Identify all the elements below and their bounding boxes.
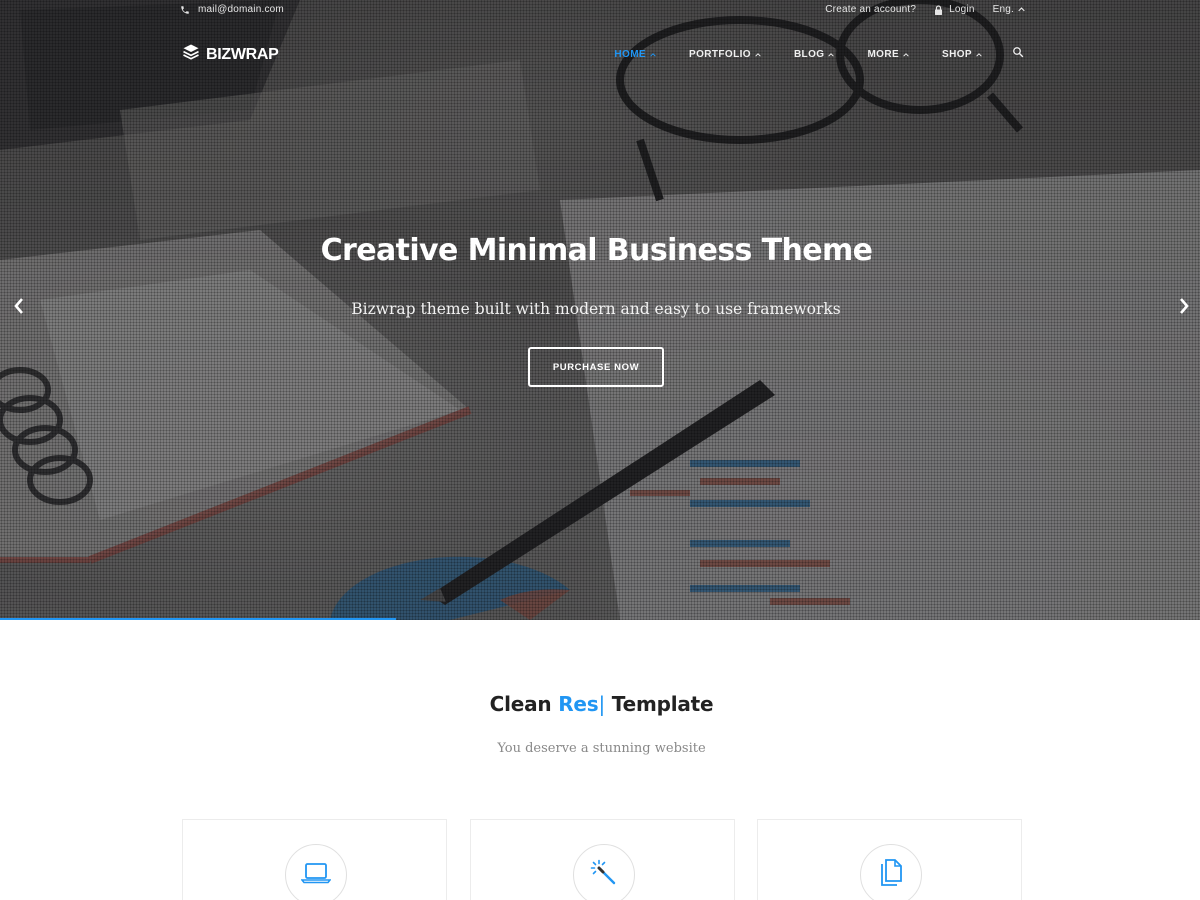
nav-item-label: SHOP [942,48,972,60]
email-link[interactable]: mail@domain.com [198,4,284,15]
hero-slider: mail@domain.com Create an account? Login… [0,0,1200,620]
feature-icon-circle [285,844,347,900]
feature-card [182,819,447,900]
feature-card [470,819,735,900]
language-selector[interactable]: Eng. [993,4,1025,15]
chevron-up-icon [755,49,761,60]
chevron-left-icon [13,297,25,320]
nav-item-portfolio[interactable]: PORTFOLIO [689,49,761,60]
account-links: Create an account? Login Eng. [825,4,1025,15]
title-highlight: Res [558,692,599,716]
brand-logo[interactable]: BIZWRAP [182,43,279,66]
nav-item-shop[interactable]: SHOP [942,49,982,60]
chevron-up-icon [903,49,909,60]
feature-card [757,819,1022,900]
title-end: Template [611,692,714,716]
typing-cursor: | [598,692,606,716]
nav-item-label: PORTFOLIO [689,48,751,60]
documents-icon [878,858,904,893]
logo-text: BIZWRAP [206,45,279,63]
hero-subtitle: Bizwrap theme built with modern and easy… [351,300,841,318]
slider-prev-button[interactable] [8,297,30,319]
language-label: Eng. [992,4,1014,15]
title-start: Clean [489,692,552,716]
chevron-up-icon [976,49,982,60]
phone-icon [180,5,190,15]
hero-title: Creative Minimal Business Theme [320,233,873,268]
section-title: Clean Res| Template [0,692,1200,716]
create-account-link[interactable]: Create an account? [825,4,916,15]
feature-icon-circle [860,844,922,900]
login-link[interactable]: Login [949,4,974,15]
nav-item-home[interactable]: HOME [614,49,656,60]
main-nav: HOME PORTFOLIO BLOG MORE SHOP [581,45,1024,63]
nav-item-label: HOME [614,48,646,60]
layers-icon [182,43,200,66]
nav-item-label: MORE [867,48,900,60]
search-button[interactable] [1012,45,1024,63]
section-subtitle: You deserve a stunning website [497,741,706,756]
chevron-right-icon [1178,297,1190,320]
chevron-up-icon [650,49,656,60]
nav-item-label: BLOG [793,48,825,60]
magic-wand-icon [590,859,618,892]
nav-item-blog[interactable]: BLOG [794,49,835,60]
top-bar: mail@domain.com Create an account? Login… [180,4,1025,20]
contact-info: mail@domain.com [180,4,284,15]
slider-next-button[interactable] [1173,297,1195,319]
lock-icon [934,4,943,15]
nav-item-more[interactable]: MORE [867,49,909,60]
purchase-now-button[interactable]: PURCHASE NOW [528,347,664,387]
laptop-icon [300,862,332,889]
slide-progress-bar [0,618,396,620]
feature-icon-circle [573,844,635,900]
chevron-up-icon [1018,7,1025,12]
search-icon [1012,45,1024,63]
chevron-up-icon [828,49,835,60]
